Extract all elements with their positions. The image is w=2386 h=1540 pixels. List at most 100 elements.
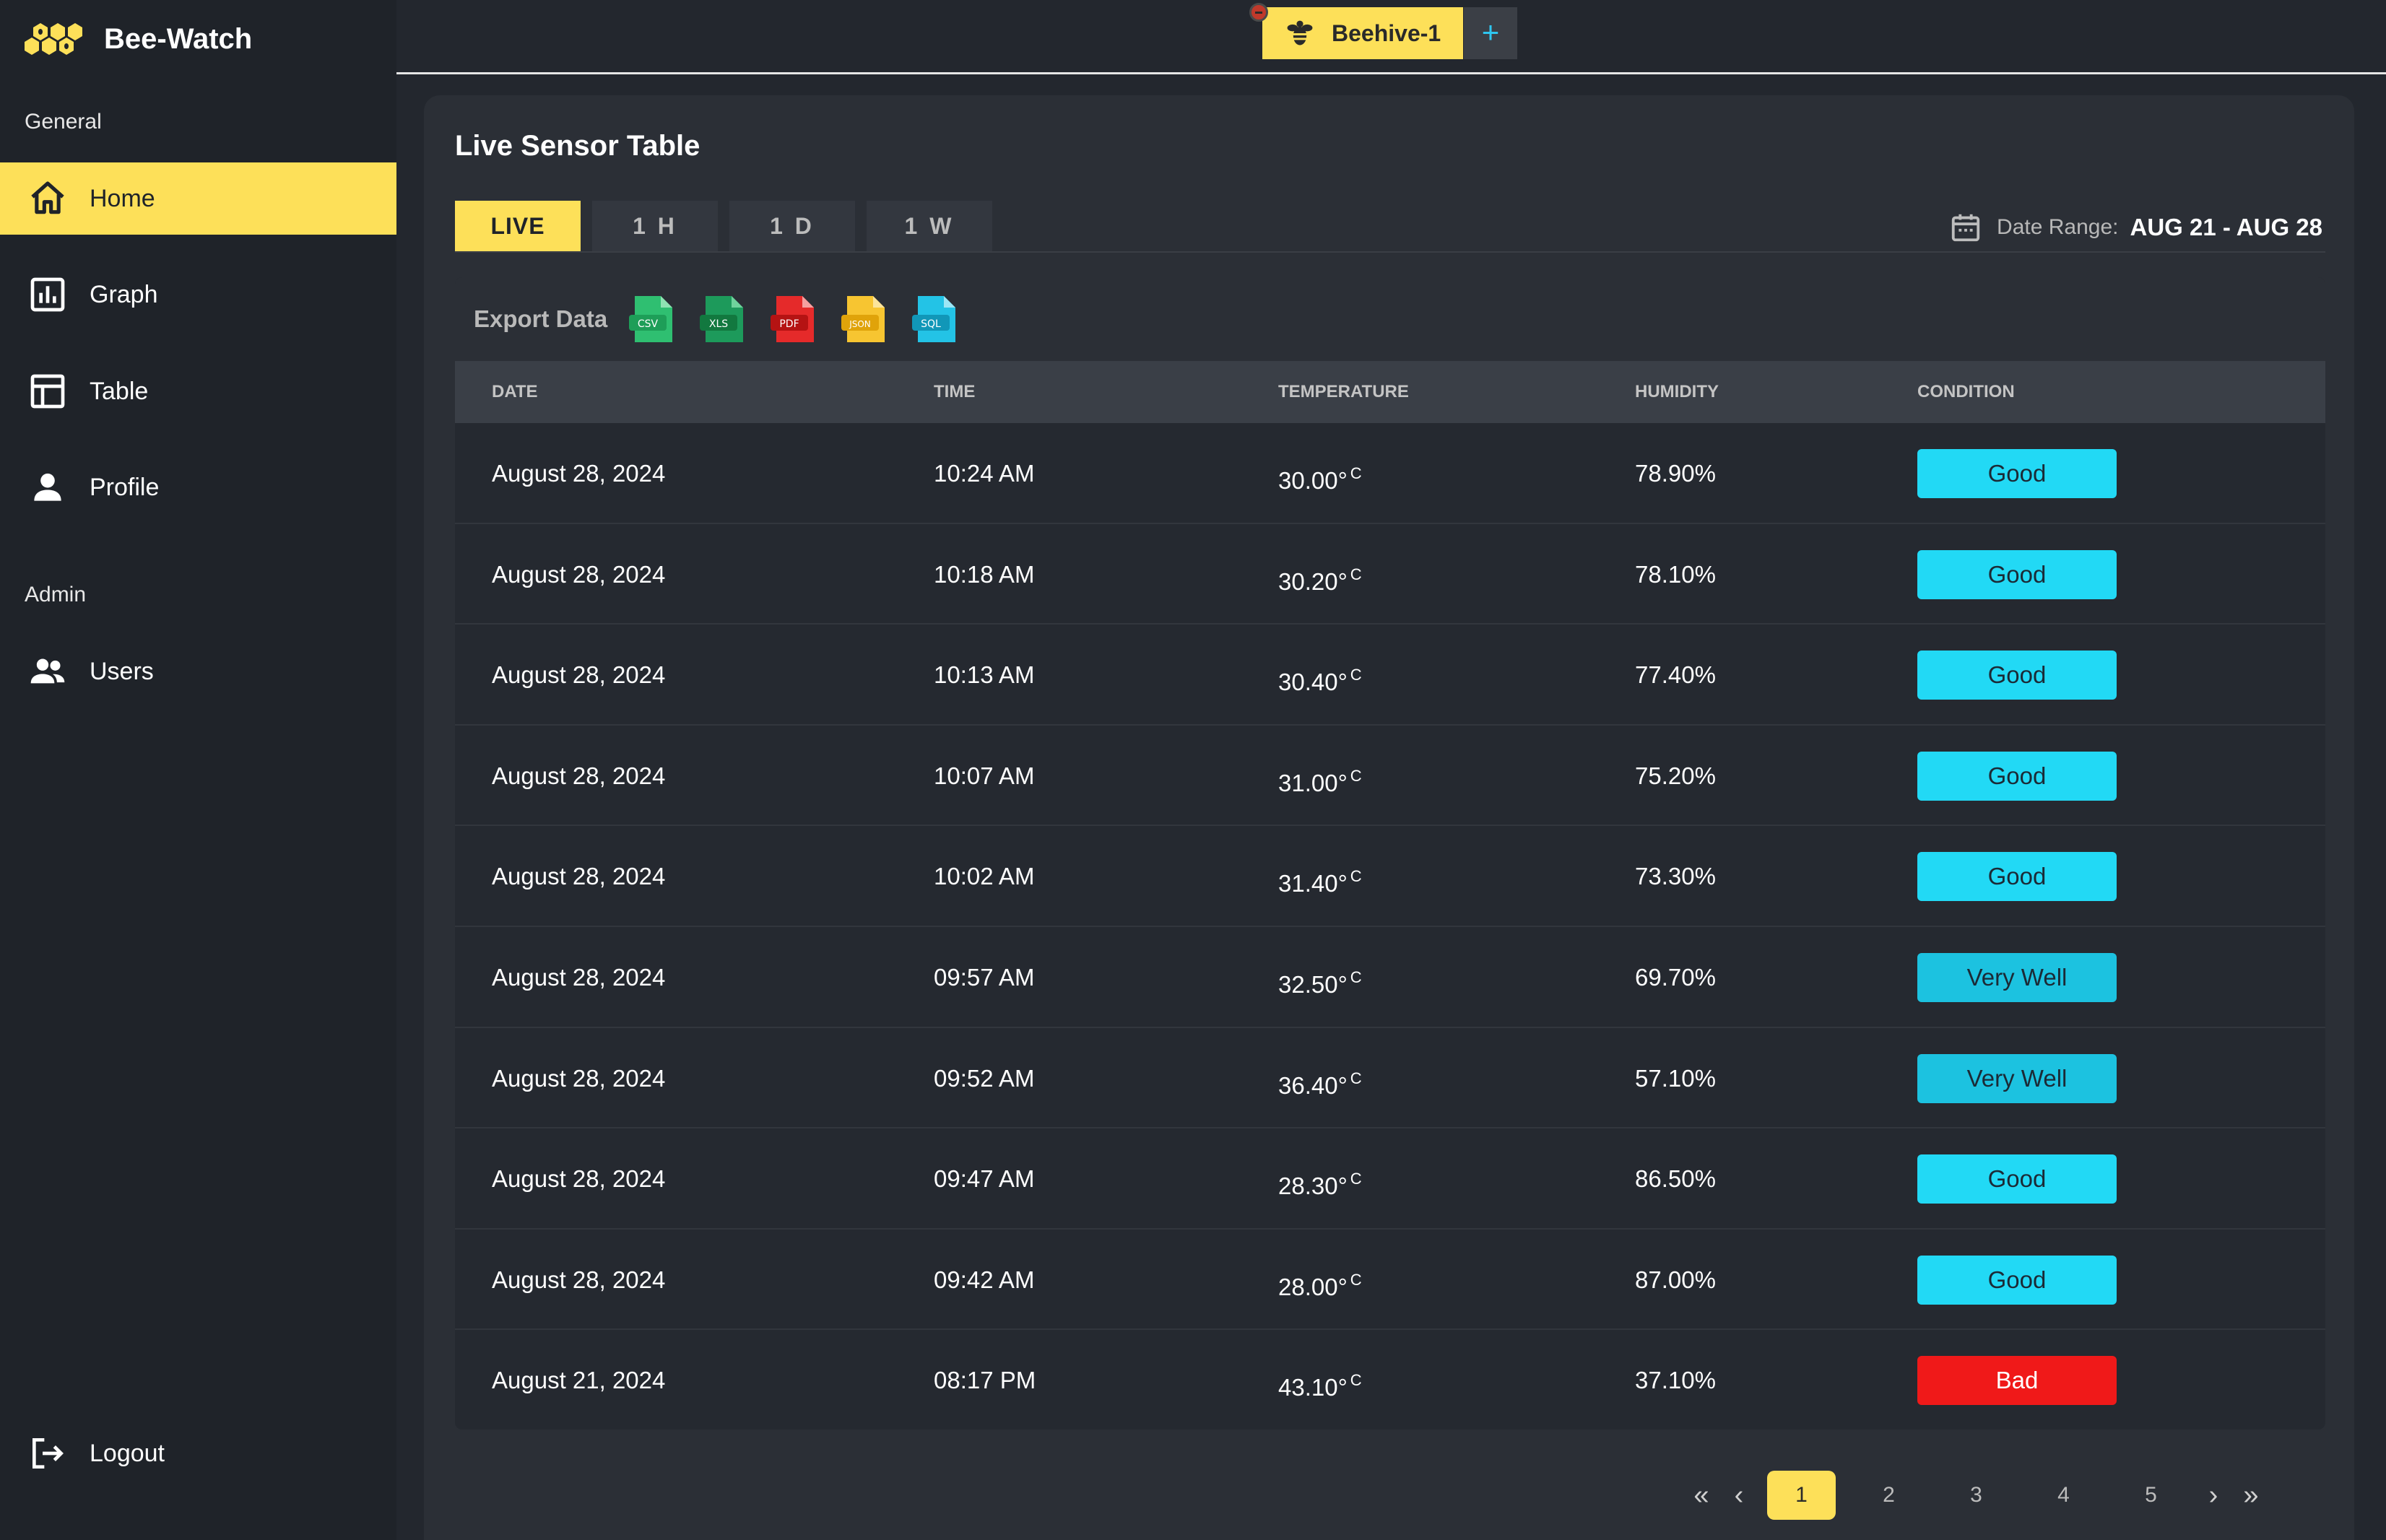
last-page-button[interactable]: » [2232,1480,2270,1511]
xls-file-icon[interactable]: XLS [700,293,749,345]
cell-date: August 21, 2024 [492,1367,666,1394]
logout-label: Logout [90,1439,165,1467]
calendar-icon [1951,214,1980,242]
next-page-button[interactable]: › [2195,1480,2232,1511]
status-badge: Bad [1917,1356,2117,1406]
page-button-5[interactable]: 5 [2117,1471,2185,1520]
sidebar-item-label: Users [90,657,154,685]
export-bar: Export Data CSV XLS PDF JSON SQL [455,277,2325,361]
cell-date: August 28, 2024 [492,560,666,588]
sidebar-item-profile[interactable]: Profile [0,451,396,523]
cell-temperature: 30.40° C [1278,625,1362,732]
date-range[interactable]: Date Range: AUG 21 - AUG 28 [1949,211,2322,244]
logout-button[interactable]: Logout [0,1417,396,1489]
cell-date: August 28, 2024 [492,762,666,789]
close-tab-icon[interactable] [1249,3,1268,22]
cell-temperature: 28.30° C [1278,1128,1362,1236]
table-row[interactable]: August 28, 2024 10:18 AM 30.20° C 78.10% … [455,524,2325,625]
column-header-humidity[interactable]: HUMIDITY [1635,361,1719,423]
users-icon [30,658,65,684]
cell-humidity: 86.50% [1635,1165,1716,1193]
topbar-divider [396,72,2386,74]
first-page-button[interactable]: « [1683,1480,1720,1511]
page-button-1[interactable]: 1 [1767,1471,1836,1520]
sidebar-item-home[interactable]: Home [0,162,396,235]
sidebar-item-label: Profile [90,473,160,501]
app-root: Bee-Watch General Home Graph Table Profi… [0,0,2386,1540]
logout-icon [32,1438,64,1469]
cell-time: 10:13 AM [934,661,1035,689]
sql-file-icon[interactable]: SQL [912,293,961,345]
cell-humidity: 87.00% [1635,1266,1716,1293]
cell-time: 10:24 AM [934,460,1035,487]
cell-temperature: 31.40° C [1278,826,1362,934]
temperature-unit: C [1350,867,1362,886]
column-header-date[interactable]: DATE [492,361,538,423]
table-row[interactable]: August 28, 2024 10:07 AM 31.00° C 75.20% … [455,726,2325,827]
cell-time: 08:17 PM [934,1367,1036,1394]
page-button-2[interactable]: 2 [1854,1471,1923,1520]
cell-temperature: 31.00° C [1278,726,1362,833]
tab-1d[interactable]: 1 D [729,201,855,251]
cell-temperature: 28.00° C [1278,1230,1362,1337]
sidebar-item-table[interactable]: Table [0,355,396,427]
cell-temperature: 32.50° C [1278,927,1362,1035]
cell-date: August 28, 2024 [492,1266,666,1293]
date-range-label: Date Range: [1997,215,2119,239]
table-row[interactable]: August 28, 2024 09:42 AM 28.00° C 87.00% … [455,1230,2325,1331]
sensor-table-card: Live Sensor Table LIVE 1 H 1 D 1 W Date … [424,95,2354,1540]
sensor-table: Export Data CSV XLS PDF JSON SQL DATE TI… [455,277,2325,1430]
json-file-icon[interactable]: JSON [841,293,890,345]
temperature-unit: C [1350,967,1362,986]
range-tabs: LIVE 1 H 1 D 1 W [455,201,992,251]
status-badge: Good [1917,1154,2117,1204]
tab-1h[interactable]: 1 H [592,201,718,251]
honeycomb-logo-icon [25,23,82,55]
table-row[interactable]: August 28, 2024 10:24 AM 30.00° C 78.90% … [455,423,2325,524]
status-badge: Good [1917,651,2117,700]
status-badge: Good [1917,852,2117,902]
table-row[interactable]: August 28, 2024 09:52 AM 36.40° C 57.10% … [455,1028,2325,1129]
person-icon [34,473,61,501]
temperature-unit: C [1350,464,1362,482]
temperature-value: 30.20° [1278,567,1348,595]
temperature-unit: C [1350,1170,1362,1188]
cell-time: 09:52 AM [934,1064,1035,1092]
tab-live[interactable]: LIVE [455,201,581,251]
page-button-3[interactable]: 3 [1942,1471,2010,1520]
temperature-value: 28.00° [1278,1273,1348,1300]
csv-file-icon[interactable]: CSV [629,293,678,345]
sidebar-item-users[interactable]: Users [0,635,396,708]
chart-icon [30,277,65,312]
status-badge: Very Well [1917,952,2117,1002]
table-row[interactable]: August 28, 2024 09:47 AM 28.30° C 86.50% … [455,1128,2325,1230]
cell-date: August 28, 2024 [492,1165,666,1193]
cell-temperature: 30.20° C [1278,524,1362,632]
cell-humidity: 78.90% [1635,460,1716,487]
table-row[interactable]: August 28, 2024 10:13 AM 30.40° C 77.40% … [455,625,2325,726]
cell-temperature: 43.10° C [1278,1330,1362,1430]
column-header-time[interactable]: TIME [934,361,975,423]
cell-time: 09:57 AM [934,963,1035,991]
cell-time: 10:18 AM [934,560,1035,588]
table-row[interactable]: August 28, 2024 10:02 AM 31.40° C 73.30% … [455,826,2325,927]
pagination: « ‹ 1 2 3 4 5 › » [1683,1470,2270,1521]
temperature-value: 31.40° [1278,870,1348,897]
column-header-temperature[interactable]: TEMPERATURE [1278,361,1409,423]
tab-1w[interactable]: 1 W [867,201,992,251]
cell-time: 09:42 AM [934,1266,1035,1293]
status-badge: Good [1917,549,2117,599]
column-header-condition[interactable]: CONDITION [1917,361,2015,423]
sidebar-item-label: Home [90,184,155,212]
app-name: Bee-Watch [104,22,253,55]
brand[interactable]: Bee-Watch [23,14,252,64]
pdf-file-icon[interactable]: PDF [771,293,820,345]
table-body: August 28, 2024 10:24 AM 30.00° C 78.90% … [455,423,2325,1430]
page-button-4[interactable]: 4 [2029,1471,2098,1520]
add-tab-button[interactable]: + [1464,7,1517,59]
prev-page-button[interactable]: ‹ [1720,1480,1758,1511]
table-row[interactable]: August 28, 2024 09:57 AM 32.50° C 69.70% … [455,927,2325,1028]
sidebar-item-graph[interactable]: Graph [0,258,396,331]
table-row[interactable]: August 21, 2024 08:17 PM 43.10° C 37.10% … [455,1330,2325,1430]
tab-beehive-1[interactable]: Beehive-1 [1262,7,1463,59]
